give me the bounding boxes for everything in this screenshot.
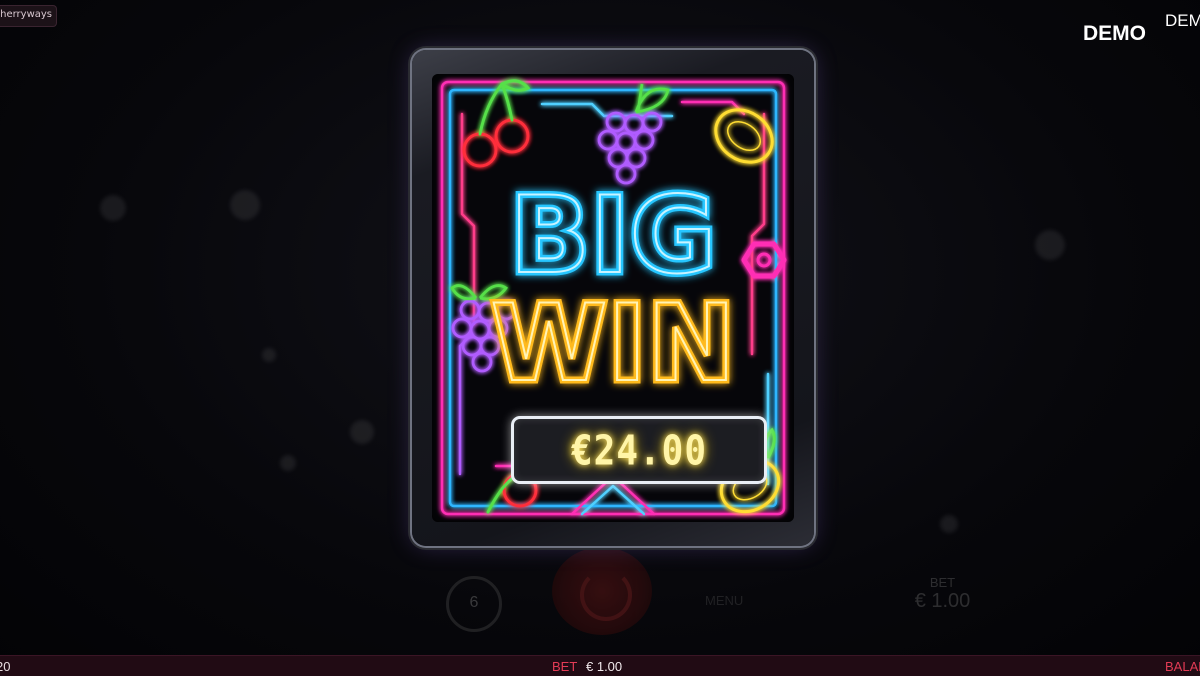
bet-label: BET	[552, 659, 578, 674]
bg-particle	[350, 420, 374, 444]
bet-selector-label: BET	[929, 575, 956, 590]
autoplay-count: 6	[469, 594, 479, 611]
spin-button[interactable]	[552, 547, 652, 635]
bottom-status-bar: 20 BET € 1.00 BALANCE	[0, 655, 1200, 676]
demo-badge: DEMO	[1083, 22, 1146, 45]
win-amount-value: €24.00	[570, 427, 708, 476]
bg-particle	[940, 515, 958, 533]
menu-button[interactable]: MENU	[705, 593, 745, 611]
spin-icon	[580, 569, 632, 621]
win-value: 20	[0, 659, 11, 674]
balance-label: BALANCE	[1165, 659, 1200, 674]
brand-logo-text: cherryways	[0, 9, 52, 20]
grape-icon	[597, 83, 670, 185]
bg-particle	[1035, 230, 1065, 260]
cherry-icon	[462, 79, 531, 168]
big-win-title-line2-core: WIN	[490, 282, 735, 405]
demo-badge-secondary: DEMO	[1165, 11, 1200, 30]
bg-particle	[280, 455, 296, 471]
autoplay-button[interactable]: 6	[446, 576, 502, 632]
big-win-title-line1-core: BIG	[509, 174, 716, 297]
bg-particle	[100, 195, 126, 221]
big-win-popup[interactable]: BIG BIG WIN WIN €24.00	[412, 50, 814, 546]
bg-particle	[262, 348, 276, 362]
hex-nut-icon	[741, 241, 787, 279]
neon-circuit	[680, 100, 746, 116]
brand-logo: cherryways	[0, 5, 57, 27]
win-amount-display: €24.00	[511, 416, 767, 484]
bg-particle	[230, 190, 260, 220]
lemon-icon	[714, 108, 774, 164]
neon-circuit	[580, 484, 646, 516]
bet-selector-value: € 1.00	[914, 590, 971, 612]
bet-selector[interactable]: BET € 1.00	[905, 575, 980, 613]
big-win-panel: BIG BIG WIN WIN €24.00	[432, 74, 794, 522]
bet-value: € 1.00	[586, 659, 623, 674]
